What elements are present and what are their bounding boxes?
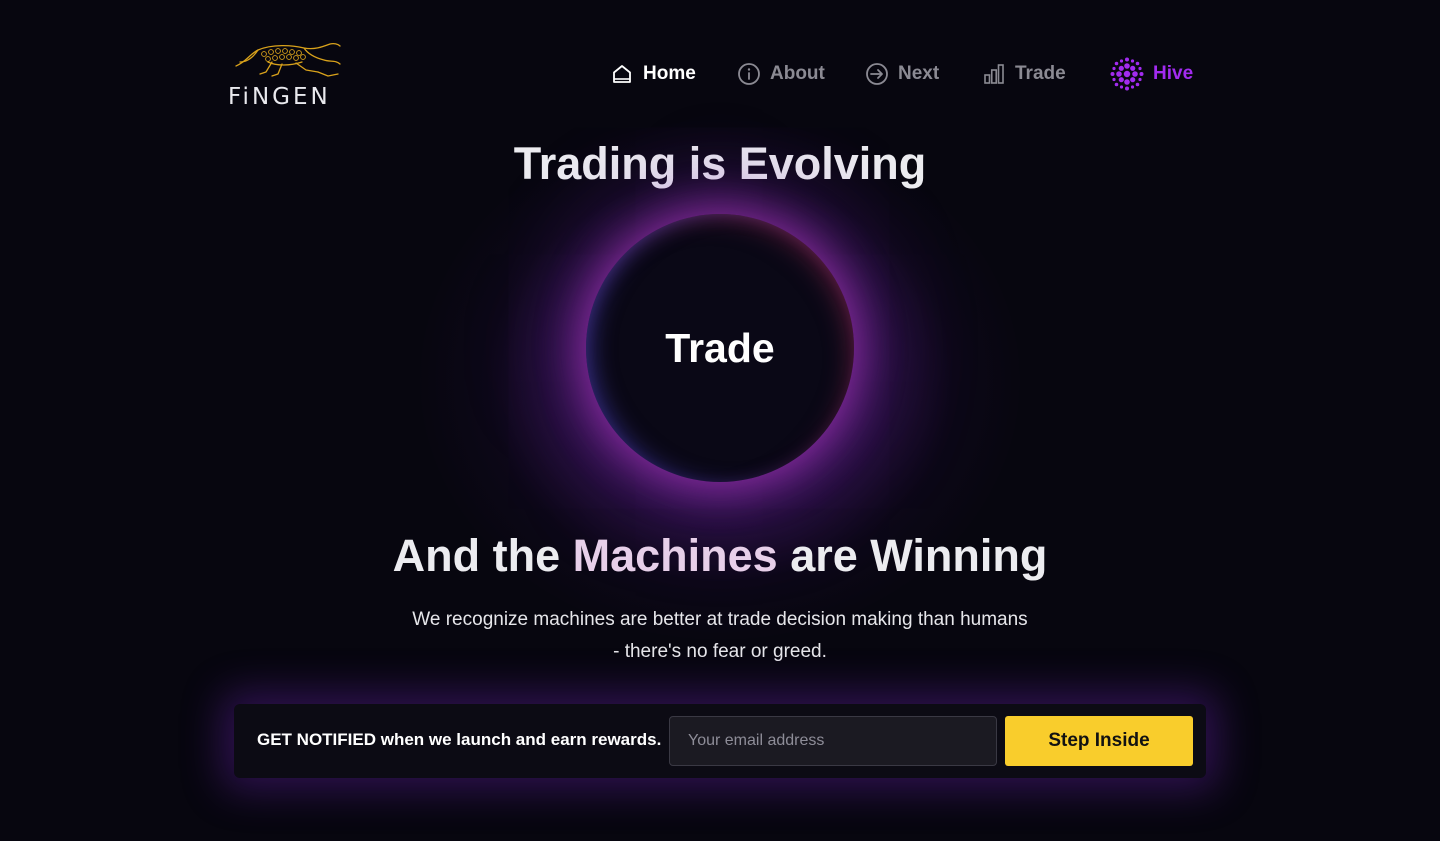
orb-label: Trade: [665, 324, 775, 371]
signup-bar: GET NOTIFIED when we launch and earn rew…: [234, 704, 1206, 778]
subtitle-part2: are Winning: [777, 530, 1048, 581]
description-line-1: We recognize machines are better at trad…: [412, 609, 1028, 630]
subtitle-highlight: Machines: [572, 530, 778, 581]
hive-icon: [1110, 57, 1144, 91]
hero-description: We recognize machines are better at trad…: [370, 604, 1070, 668]
nav-hive[interactable]: Hive: [1107, 57, 1194, 91]
cheetah-logo-icon: [235, 42, 341, 77]
nav-about[interactable]: About: [737, 60, 825, 88]
nav-next[interactable]: Next: [865, 60, 939, 88]
hero-title: Trading is Evolving: [513, 138, 927, 189]
nav-next-label: Next: [898, 63, 940, 84]
home-icon: [613, 65, 631, 83]
signup-prompt: GET NOTIFIED when we launch and earn rew…: [257, 730, 662, 749]
subtitle-part1: And the: [392, 530, 573, 581]
description-line-2: - there's no fear or greed.: [613, 641, 827, 662]
email-input[interactable]: [669, 716, 997, 766]
landing-page: FiNGEN Home About Next Trade Hive Tradin…: [0, 0, 1440, 841]
nav-home-label: Home: [643, 63, 696, 84]
step-inside-button[interactable]: Step Inside: [1005, 716, 1193, 766]
nav-trade[interactable]: Trade: [982, 60, 1066, 88]
bar-chart-icon: [984, 64, 1004, 84]
info-icon: [738, 63, 760, 85]
arrow-right-circle-icon: [866, 63, 888, 85]
nav-hive-label: Hive: [1153, 63, 1194, 84]
trade-orb-button[interactable]: Trade: [586, 214, 854, 482]
nav-about-label: About: [770, 63, 825, 84]
hero-subtitle: And the Machines are Winning: [0, 530, 1440, 582]
brand-logo[interactable]: FiNGEN: [228, 40, 348, 112]
nav-trade-label: Trade: [1015, 63, 1066, 84]
nav-home[interactable]: Home: [610, 60, 696, 88]
brand-name: FiNGEN: [228, 84, 331, 110]
